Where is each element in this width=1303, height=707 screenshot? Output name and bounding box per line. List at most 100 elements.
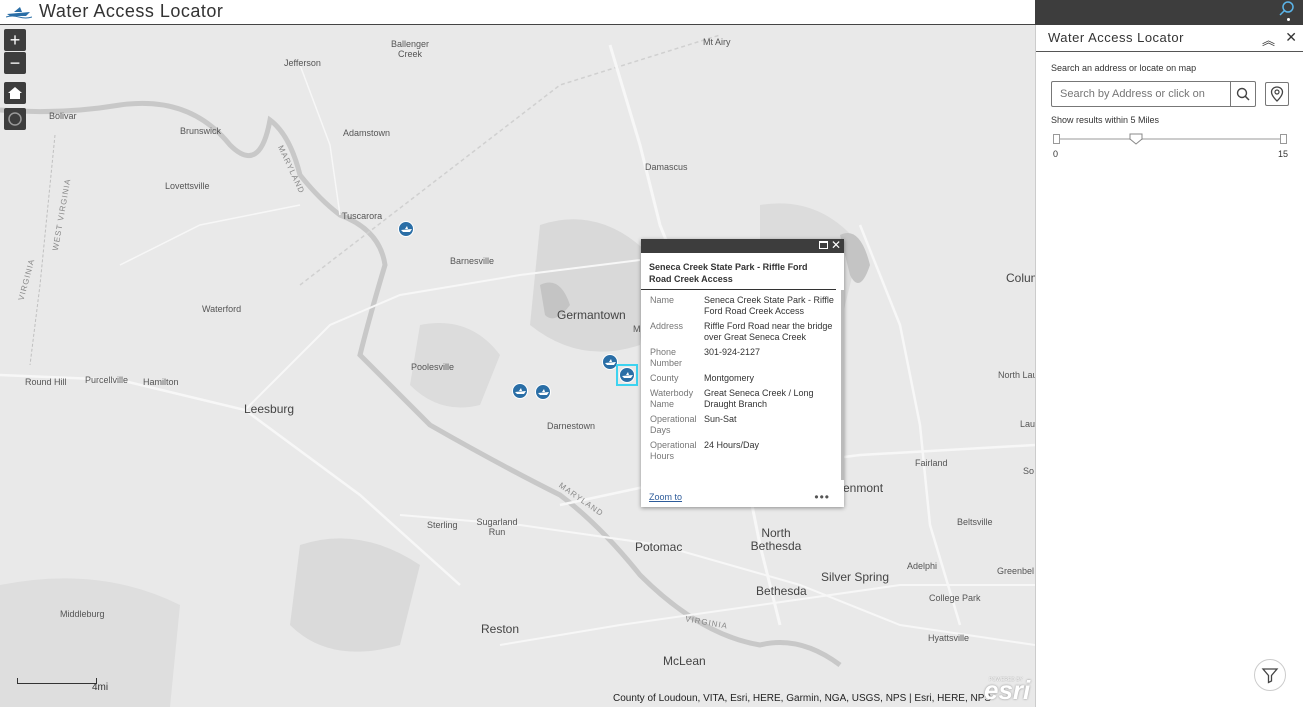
close-icon[interactable]: ✕	[831, 239, 841, 252]
map-label: Adelphi	[907, 561, 938, 571]
map-label: Bolivar	[49, 111, 77, 121]
slider-min-cap	[1053, 134, 1060, 144]
zoom-to-link[interactable]: Zoom to	[649, 492, 682, 502]
boat-icon	[538, 389, 549, 395]
slider-max-cap	[1280, 134, 1287, 144]
boat-icon	[605, 359, 616, 365]
map-label: Middleburg	[60, 609, 105, 619]
app-title: Water Access Locator	[39, 1, 224, 21]
map-label: M	[633, 324, 641, 334]
filter-button[interactable]	[1254, 659, 1286, 691]
map-label: Jefferson	[284, 58, 321, 68]
map-label: College Park	[929, 593, 981, 603]
side-panel: Water Access Locator ︽ ✕ Search an addre…	[1035, 25, 1303, 707]
radius-slider-track[interactable]	[1057, 138, 1280, 140]
map-label: Waterford	[202, 304, 242, 314]
attribute-key: County	[650, 373, 679, 383]
map-label: Mt Airy	[703, 37, 731, 47]
boat-icon	[622, 372, 633, 378]
map-label: North Lau	[998, 370, 1035, 380]
locate-circle-icon	[8, 112, 22, 126]
map-label: Sterling	[427, 520, 458, 530]
map-label: Bethesda	[756, 584, 807, 598]
attribute-key: Name	[650, 295, 675, 305]
attribute-key: Operational Days	[650, 414, 697, 435]
map-label: Damascus	[645, 162, 688, 172]
home-icon	[8, 87, 22, 99]
attribute-key: Operational Hours	[650, 440, 697, 461]
maximize-icon[interactable]	[819, 241, 828, 249]
locate-on-map-button[interactable]	[1265, 82, 1289, 106]
radius-slider-thumb[interactable]	[1129, 133, 1143, 145]
attribute-value: 24 Hours/Day	[704, 440, 760, 450]
popup-titlebar: ✕	[641, 239, 844, 253]
map-label: Hyattsville	[928, 633, 970, 643]
feature-popup: ✕ Seneca Creek State Park - Riffle Ford …	[641, 239, 844, 507]
map-label: Colum	[1006, 271, 1035, 285]
more-actions-button[interactable]: •••	[814, 490, 830, 504]
map-label: Tuscarora	[342, 211, 383, 221]
map-label: Ballenger Creek	[390, 39, 430, 59]
attribute-value: Riffle Ford Road near the bridge over Gr…	[704, 321, 833, 342]
map-label: Leesburg	[244, 402, 295, 416]
attribute-row: Name Seneca Creek State Park - Riffle For…	[649, 294, 837, 320]
popup-scrollbar[interactable]	[841, 290, 844, 480]
close-panel-icon[interactable]: ✕	[1285, 29, 1297, 46]
search-button[interactable]	[1230, 82, 1255, 106]
filter-icon	[1261, 668, 1279, 684]
map-pin-icon	[1270, 86, 1284, 102]
map-label: Sugarland Run	[476, 517, 518, 537]
scale-bar	[17, 678, 97, 684]
panel-title: Water Access Locator	[1048, 30, 1184, 45]
attribute-value: 301-924-2127	[704, 347, 761, 357]
popup-title: Seneca Creek State Park - Riffle Ford Ro…	[641, 253, 836, 290]
map-label: Fairland	[915, 458, 948, 468]
water-access-marker[interactable]	[535, 384, 551, 400]
basemap	[0, 25, 1035, 707]
boat-icon	[401, 226, 412, 232]
search-box	[1051, 81, 1256, 107]
map-label: McLean	[663, 654, 706, 668]
map-label: Brunswick	[180, 126, 222, 136]
search-icon[interactable]	[1279, 1, 1295, 17]
map-label: Darnestown	[547, 421, 596, 431]
map-label: Potomac	[635, 540, 683, 554]
map-view[interactable]: + − Mt Airy Ballenger Creek Jefferson Bo…	[0, 25, 1035, 707]
active-indicator	[1287, 18, 1290, 21]
attribute-row: Operational Hours 24 Hours/Day	[649, 439, 837, 465]
attribute-row: Operational Days Sun-Sat	[649, 413, 837, 439]
map-label: enmont	[843, 481, 884, 495]
popup-attributes[interactable]: Name Seneca Creek State Park - Riffle For…	[641, 290, 844, 490]
map-label: Purcellville	[85, 375, 129, 385]
zoom-out-button[interactable]: −	[4, 52, 26, 74]
scale-label: 4mi	[92, 682, 109, 693]
map-label: Lovettsville	[165, 181, 210, 191]
selected-water-access-marker[interactable]	[619, 367, 635, 383]
popup-footer: Zoom to •••	[641, 489, 844, 507]
map-label: Barnesville	[450, 256, 495, 266]
map-attribution: County of Loudoun, VITA, Esri, HERE, Gar…	[613, 693, 992, 704]
map-label: Lau	[1020, 419, 1035, 429]
attribute-key: Address	[650, 321, 684, 331]
zoom-in-button[interactable]: +	[4, 29, 26, 51]
map-label: North Bethesda	[750, 526, 802, 553]
app-header: Water Access Locator	[0, 0, 1303, 25]
water-access-marker[interactable]	[512, 383, 528, 399]
map-label: Beltsville	[957, 517, 993, 527]
map-label: Round Hill	[25, 377, 67, 387]
attribute-key: Waterbody Name	[650, 388, 694, 409]
map-label: Hamilton	[143, 377, 179, 387]
header-toolbar	[1035, 0, 1303, 25]
home-button[interactable]	[4, 82, 26, 104]
attribute-value: Sun-Sat	[704, 414, 737, 424]
attribute-row: Waterbody Name Great Seneca Creek / Long …	[649, 387, 837, 413]
map-label: Germantown	[557, 308, 626, 322]
attribute-row: County Montgomery	[649, 372, 837, 387]
water-access-marker[interactable]	[398, 221, 414, 237]
locate-button[interactable]	[4, 108, 26, 130]
map-label: Adamstown	[343, 128, 391, 138]
boat-logo-icon	[6, 7, 32, 19]
collapse-icon[interactable]: ︽	[1262, 30, 1275, 49]
address-search-input[interactable]	[1052, 82, 1230, 106]
map-label: Silver Spring	[821, 570, 890, 584]
